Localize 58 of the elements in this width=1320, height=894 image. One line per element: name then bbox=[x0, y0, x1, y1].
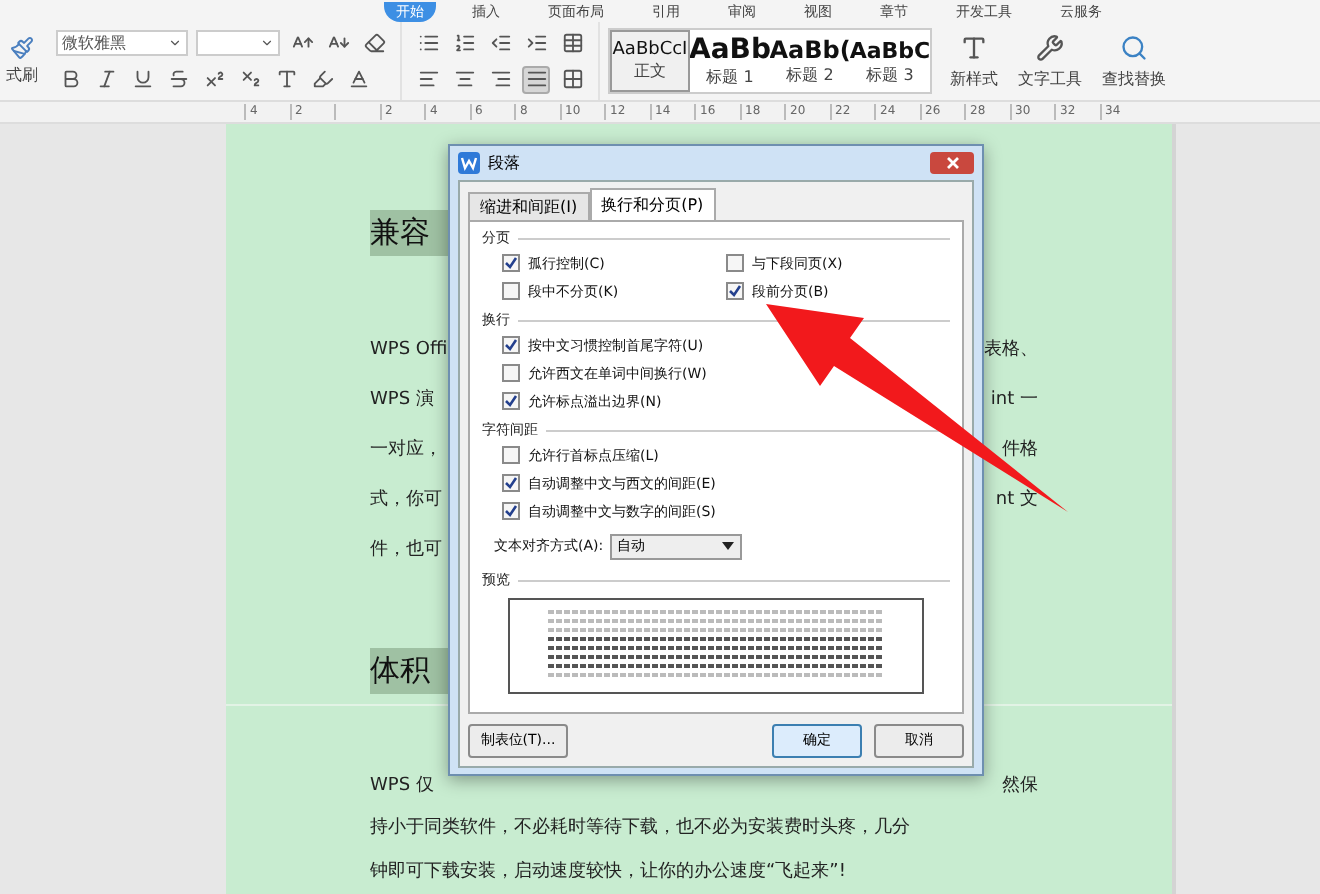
style-preset[interactable]: AaBbCcI 正文 bbox=[610, 30, 690, 92]
chevron-down-icon[interactable] bbox=[260, 36, 274, 50]
dialog-tab[interactable]: 缩进和间距(I) bbox=[468, 192, 590, 220]
checkmark-icon bbox=[504, 256, 518, 270]
new-style-icon[interactable] bbox=[960, 33, 988, 61]
body-text: int 一 bbox=[990, 390, 1038, 412]
borders-icon[interactable] bbox=[558, 65, 586, 93]
checkbox[interactable] bbox=[726, 282, 744, 300]
body-text: WPS 仅 bbox=[370, 776, 434, 799]
close-icon bbox=[945, 156, 959, 170]
eraser-icon[interactable] bbox=[360, 29, 388, 57]
wrench-icon[interactable] bbox=[1036, 33, 1064, 61]
checkbox[interactable] bbox=[502, 364, 520, 382]
checkbox[interactable] bbox=[502, 254, 520, 272]
checkmark-icon bbox=[728, 284, 742, 298]
body-text: WPS 演 bbox=[370, 390, 434, 412]
dialog-tab[interactable]: 换行和分页(P) bbox=[589, 188, 716, 220]
body-text: 钟即可下载安装，启动速度较快，让你的办公速度“飞起来”! bbox=[370, 861, 846, 884]
checkmark-icon bbox=[504, 394, 518, 408]
body-text: 持小于同类软件，不必耗时等待下载，也不必为安装费时头疼，几分 bbox=[370, 818, 910, 841]
section-heading: 体积 bbox=[370, 648, 448, 694]
checkmark-icon bbox=[504, 338, 518, 352]
dropdown-arrow-icon bbox=[721, 542, 734, 550]
close-button[interactable] bbox=[930, 152, 974, 174]
body-text: WPS Offi bbox=[370, 340, 448, 362]
checkbox[interactable] bbox=[502, 392, 520, 410]
app-logo-icon bbox=[458, 152, 480, 174]
checkbox[interactable] bbox=[502, 336, 520, 354]
table-icon[interactable] bbox=[558, 29, 586, 57]
format-painter-icon[interactable] bbox=[10, 36, 34, 60]
body-text: 式，你可 bbox=[370, 490, 442, 512]
numbered-list-icon[interactable] bbox=[450, 29, 478, 57]
find-replace-label[interactable]: 查找替换 bbox=[1102, 67, 1166, 89]
checkbox[interactable] bbox=[726, 254, 744, 272]
checkbox[interactable] bbox=[502, 474, 520, 492]
format-painter-label[interactable]: 式刷 bbox=[6, 64, 38, 86]
body-text: 件，也可 bbox=[370, 540, 442, 562]
new-style-label[interactable]: 新样式 bbox=[950, 67, 998, 89]
style-preset[interactable]: AaBb 标题 1 bbox=[690, 30, 770, 92]
font-name-field[interactable]: 微软雅黑 bbox=[56, 30, 188, 56]
checkbox[interactable] bbox=[502, 446, 520, 464]
style-preset[interactable]: AaBb( 标题 2 bbox=[770, 30, 850, 92]
body-text: nt 文 bbox=[995, 490, 1038, 512]
dialog-title: 段落 bbox=[488, 152, 522, 174]
search-icon[interactable] bbox=[1120, 33, 1148, 61]
highlighter-icon[interactable] bbox=[308, 65, 336, 93]
align-justify-icon[interactable] bbox=[522, 65, 550, 93]
chevron-down-icon[interactable] bbox=[168, 36, 182, 50]
checkbox[interactable] bbox=[502, 502, 520, 520]
text-tools-label[interactable]: 文字工具 bbox=[1018, 67, 1082, 89]
body-text: 然保 bbox=[1002, 776, 1038, 799]
body-text: 件格 bbox=[1002, 440, 1038, 462]
body-text: 一对应， bbox=[370, 440, 442, 462]
font-size-field[interactable] bbox=[196, 30, 280, 56]
body-text: 表格、 bbox=[984, 340, 1038, 362]
checkbox[interactable] bbox=[502, 282, 520, 300]
section-heading: 兼容 bbox=[370, 210, 448, 256]
style-preset[interactable]: AaBbC 标题 3 bbox=[850, 30, 930, 92]
